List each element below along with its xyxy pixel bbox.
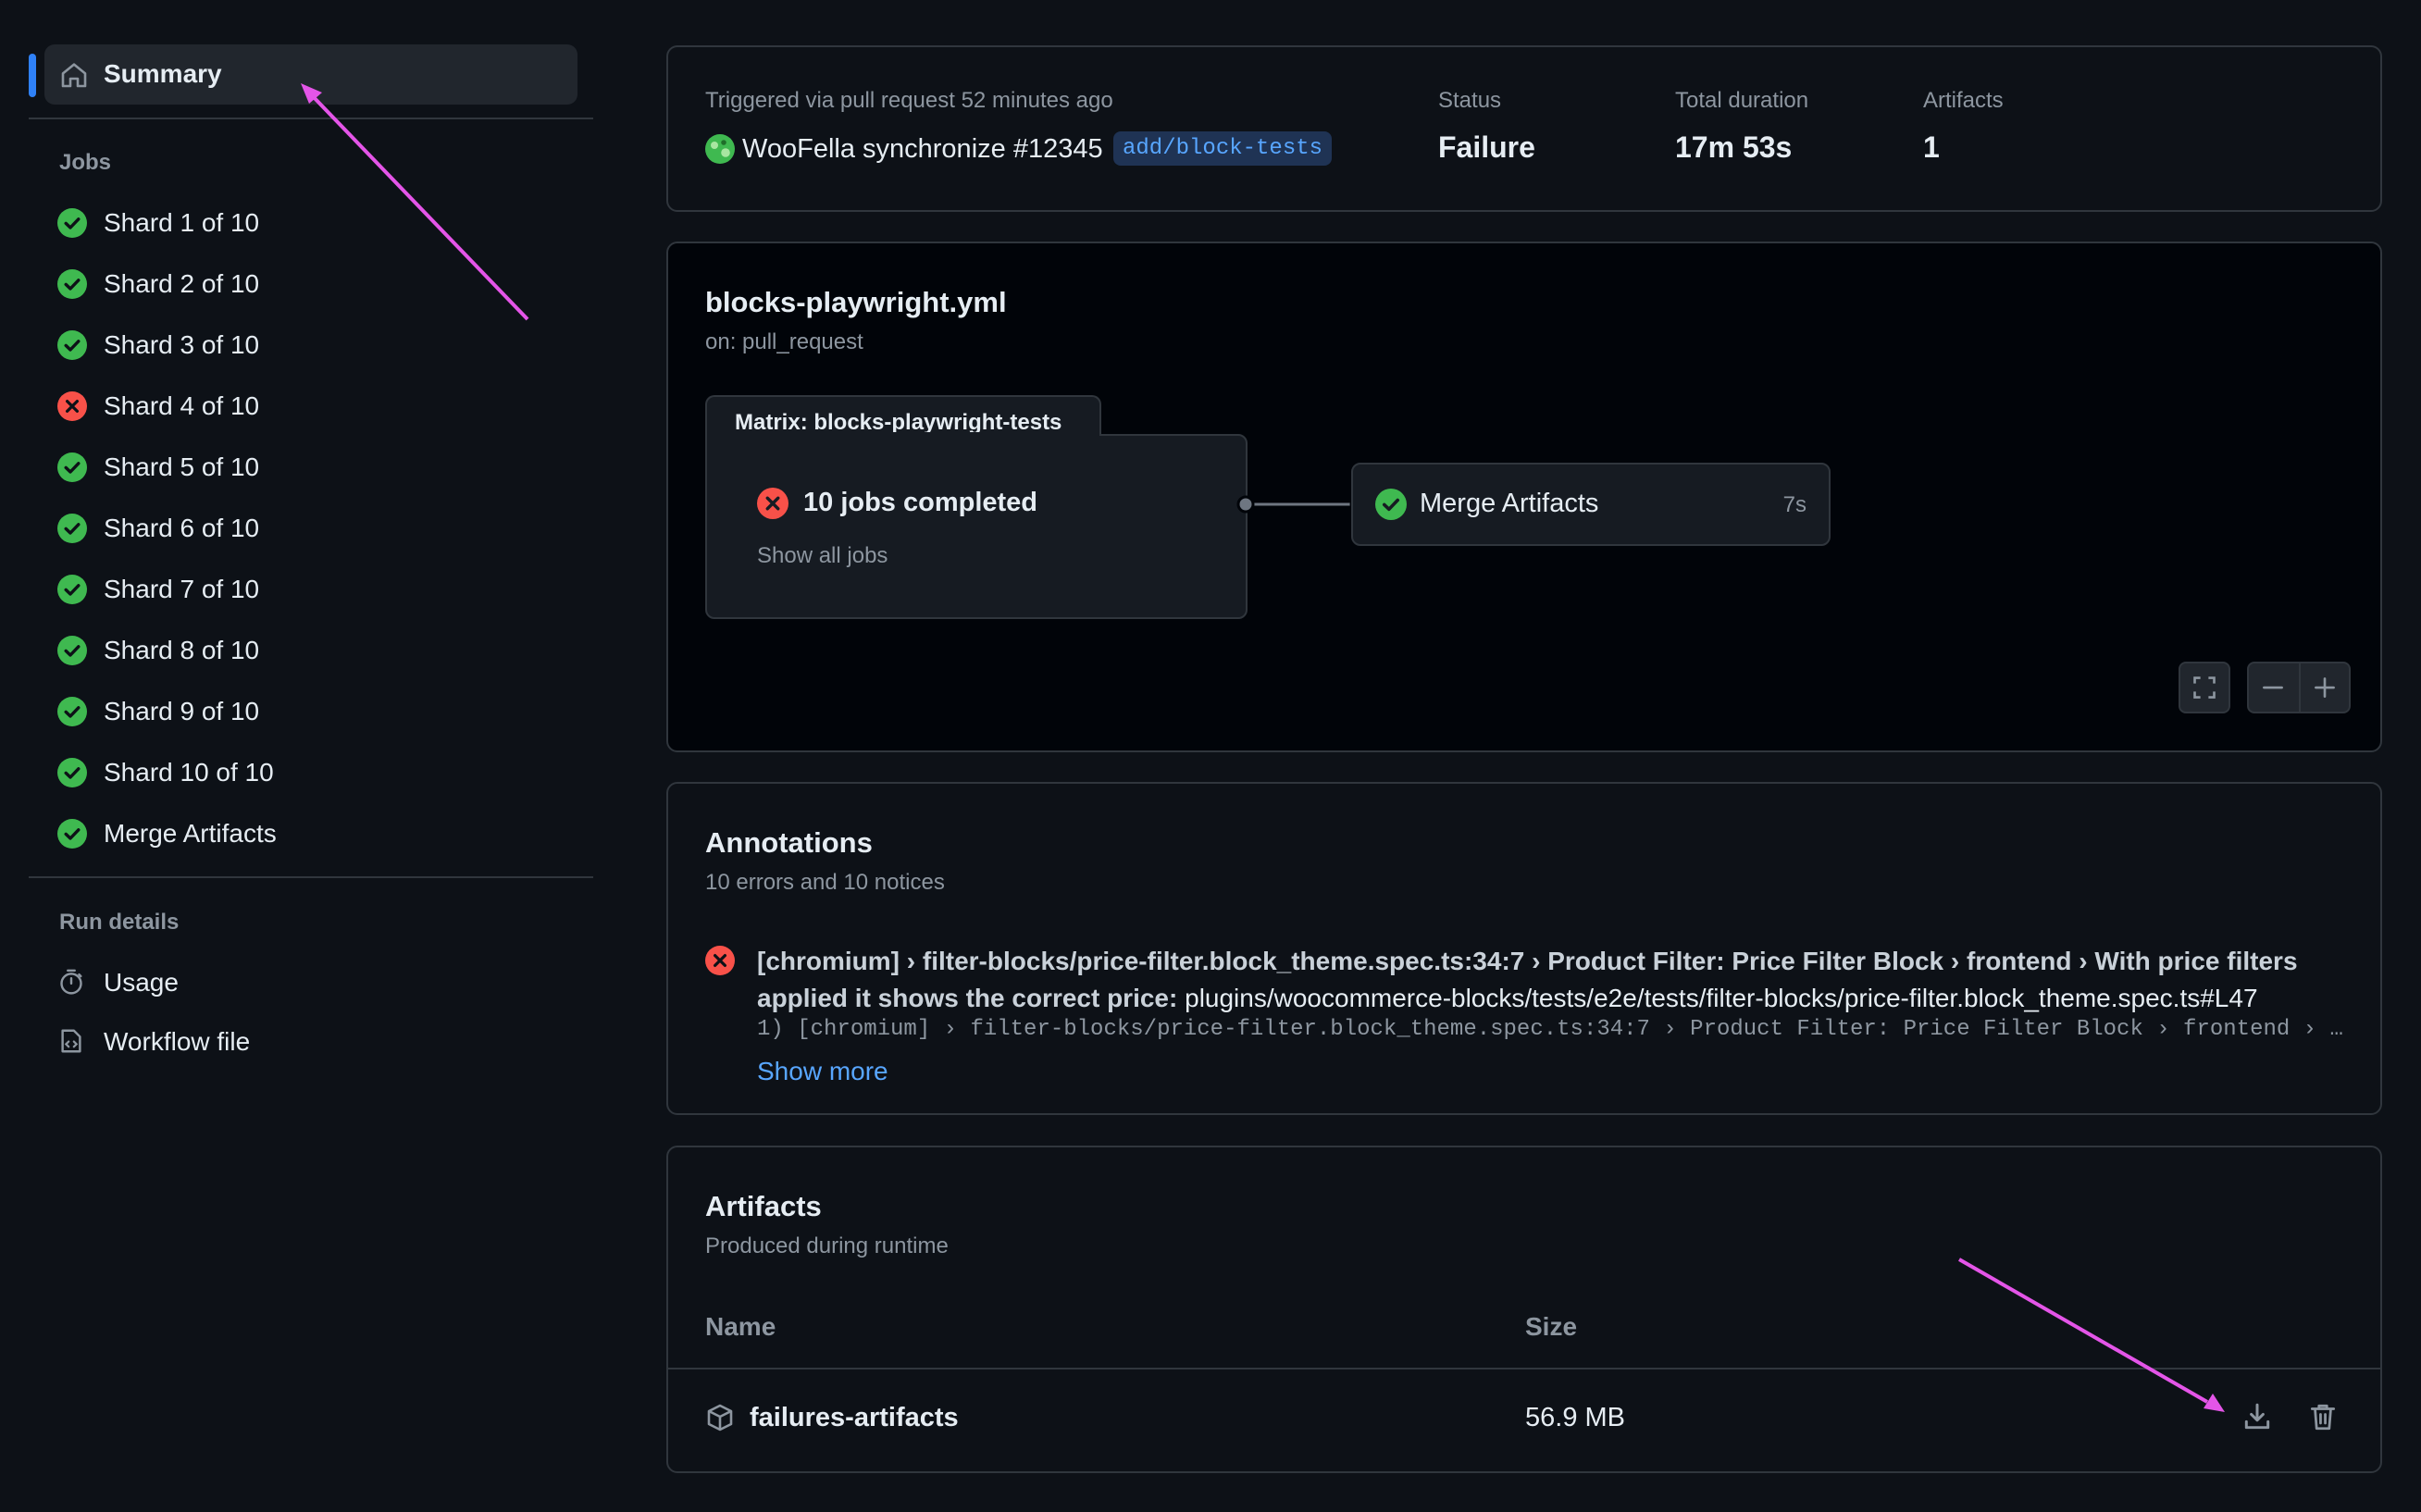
matrix-job-box[interactable]: 10 jobs completed Show all jobs (705, 434, 1248, 619)
duration-caption: Total duration (1675, 88, 1809, 113)
tab-joiner (707, 432, 1099, 438)
sidebar-item-label: Shard 3 of 10 (104, 330, 260, 359)
sidebar-item-job[interactable]: Shard 3 of 10 (44, 316, 577, 372)
check-circle-fill-icon (57, 514, 87, 543)
artifacts-title: Artifacts (705, 1190, 822, 1222)
status-value: Failure (1438, 130, 1535, 164)
zoom-controls (2247, 662, 2351, 713)
check-circle-fill-icon (1375, 489, 1407, 520)
check-circle-fill-icon (57, 330, 87, 360)
jobs-section-title: Jobs (59, 150, 112, 175)
workflow-trigger: on: pull_request (705, 329, 863, 354)
divider (29, 876, 593, 878)
annotation-path: plugins/woocommerce-blocks/tests/e2e/tes… (1177, 984, 2258, 1012)
merge-artifacts-job[interactable]: Merge Artifacts 7s (1351, 463, 1831, 546)
annotations-subtitle: 10 errors and 10 notices (705, 870, 945, 895)
run-summary-card: Triggered via pull request 52 minutes ag… (666, 45, 2382, 212)
check-circle-fill-icon (57, 575, 87, 604)
workflow-file-title[interactable]: blocks-playwright.yml (705, 286, 1007, 319)
artifacts-count[interactable]: 1 (1923, 130, 1940, 165)
x-circle-fill-icon (57, 391, 87, 421)
trigger-caption: Triggered via pull request 52 minutes ag… (705, 88, 1113, 113)
sidebar-item-job[interactable]: Shard 9 of 10 (44, 683, 577, 738)
artifacts-subtitle: Produced during runtime (705, 1233, 949, 1258)
merge-job-name: Merge Artifacts (1420, 489, 1599, 518)
duration-value[interactable]: 17m 53s (1675, 130, 1792, 165)
sidebar-item-label: Shard 2 of 10 (104, 269, 260, 298)
annotation-detail: 1) [chromium] › filter-blocks/price-filt… (757, 1017, 2343, 1042)
annotations-card: Annotations 10 errors and 10 notices [ch… (666, 782, 2382, 1115)
fullscreen-button[interactable] (2179, 662, 2230, 713)
matrix-status: 10 jobs completed (803, 488, 1038, 517)
artifacts-card: Artifacts Produced during runtime Name S… (666, 1146, 2382, 1473)
artifacts-caption: Artifacts (1923, 88, 2004, 113)
status-caption: Status (1438, 88, 1502, 113)
sidebar-item-job[interactable]: Shard 5 of 10 (44, 439, 577, 494)
table-row: failures-artifacts 56.9 MB (668, 1369, 2380, 1471)
sidebar-item-job[interactable]: Shard 4 of 10 (44, 378, 577, 433)
sidebar-item-summary[interactable]: Summary (44, 44, 577, 105)
trigger-text: WooFella synchronize #12345 (742, 134, 1103, 164)
check-circle-fill-icon (57, 697, 87, 726)
check-circle-fill-icon (57, 758, 87, 787)
sidebar-item-label: Shard 1 of 10 (104, 208, 260, 237)
sidebar-item-job[interactable]: Shard 8 of 10 (44, 622, 577, 677)
sidebar-item-label: Shard 9 of 10 (104, 697, 260, 725)
check-circle-fill-icon (57, 636, 87, 665)
divider (29, 118, 593, 119)
sidebar-item-job[interactable]: Shard 10 of 10 (44, 744, 577, 799)
annotation-message[interactable]: [chromium] › filter-blocks/price-filter.… (757, 943, 2358, 1017)
artifact-size: 56.9 MB (1525, 1403, 1625, 1432)
sidebar-item-job[interactable]: Shard 2 of 10 (44, 255, 577, 311)
sidebar-item-job[interactable]: Shard 7 of 10 (44, 561, 577, 616)
check-circle-fill-icon (57, 269, 87, 299)
workflow-graph-card: blocks-playwright.yml on: pull_request M… (666, 242, 2382, 752)
divider (2299, 663, 2301, 712)
show-all-jobs-link[interactable]: Show all jobs (757, 543, 888, 569)
annotations-title: Annotations (705, 826, 873, 859)
active-indicator (29, 54, 36, 97)
run-details-title: Run details (59, 910, 180, 935)
zoom-in-button[interactable] (2312, 675, 2338, 700)
sidebar-item-label: Merge Artifacts (104, 819, 277, 848)
sidebar-item-label: Shard 4 of 10 (104, 391, 260, 420)
sidebar-item-label: Shard 7 of 10 (104, 575, 260, 603)
zoom-out-button[interactable] (2260, 675, 2286, 700)
sidebar-item-label: Shard 6 of 10 (104, 514, 260, 542)
x-circle-fill-icon (705, 946, 735, 975)
sidebar-item-label: Summary (104, 59, 222, 88)
sidebar-item-job[interactable]: Shard 6 of 10 (44, 500, 577, 555)
branch-label[interactable]: add/block-tests (1113, 131, 1333, 166)
package-icon (707, 1404, 733, 1431)
trash-icon[interactable] (2307, 1401, 2339, 1432)
sidebar-item-usage[interactable]: Usage (44, 954, 577, 1010)
sidebar: Summary Jobs Shard 1 of 10 Shard 2 of 10 S… (0, 0, 611, 1512)
column-header-size: Size (1525, 1312, 1578, 1341)
fullscreen-icon (2193, 676, 2216, 699)
sidebar-item-workflow-file[interactable]: Workflow file (44, 1013, 577, 1069)
show-more-link[interactable]: Show more (757, 1057, 888, 1086)
x-circle-fill-icon (757, 488, 788, 519)
sidebar-item-label: Usage (104, 968, 179, 997)
sidebar-item-label: Shard 5 of 10 (104, 452, 260, 481)
file-code-icon (61, 1029, 81, 1053)
check-circle-fill-icon (57, 452, 87, 482)
sidebar-item-label: Shard 8 of 10 (104, 636, 260, 664)
sidebar-item-job[interactable]: Merge Artifacts (44, 805, 577, 861)
column-header-name: Name (705, 1312, 776, 1341)
home-icon (61, 63, 87, 88)
check-circle-fill-icon (57, 819, 87, 849)
sidebar-item-label: Shard 10 of 10 (104, 758, 274, 787)
sidebar-item-job[interactable]: Shard 1 of 10 (44, 194, 577, 250)
avatar[interactable] (705, 134, 735, 164)
stopwatch-icon (60, 969, 82, 995)
merge-job-duration: 7s (1782, 492, 1806, 517)
sidebar-item-label: Workflow file (104, 1027, 251, 1056)
download-icon[interactable] (2241, 1401, 2273, 1432)
artifact-name-link[interactable]: failures-artifacts (750, 1403, 959, 1433)
check-circle-fill-icon (57, 208, 87, 238)
